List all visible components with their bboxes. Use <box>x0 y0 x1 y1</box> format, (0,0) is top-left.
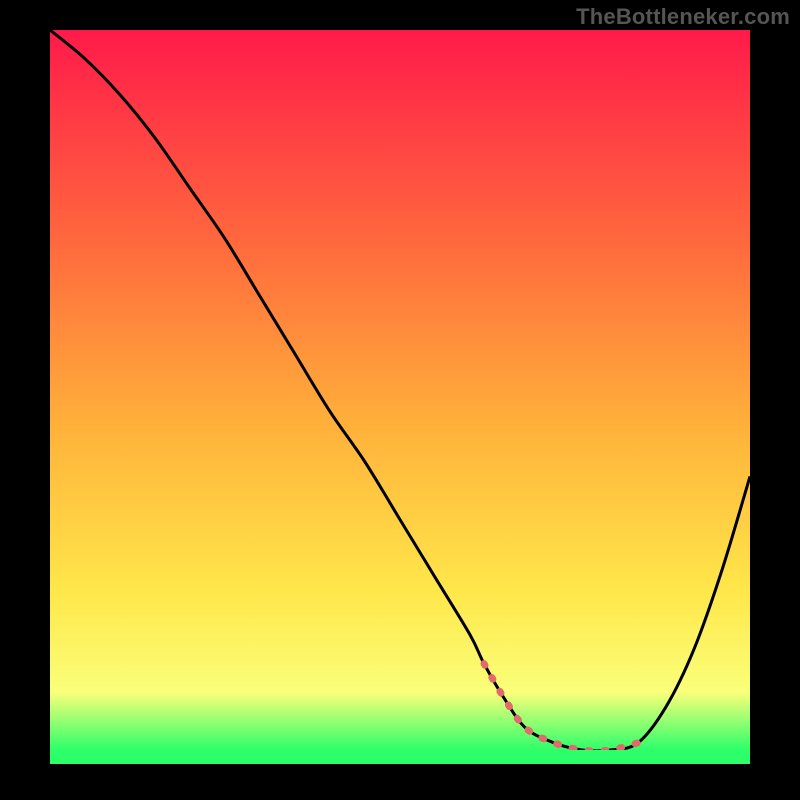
chart-container: TheBottleneker.com <box>0 0 800 800</box>
bottom-green-strip <box>50 750 750 764</box>
watermark-text: TheBottleneker.com <box>576 4 790 30</box>
green-strip-rect <box>50 750 750 764</box>
bottleneck-plot <box>50 30 750 750</box>
